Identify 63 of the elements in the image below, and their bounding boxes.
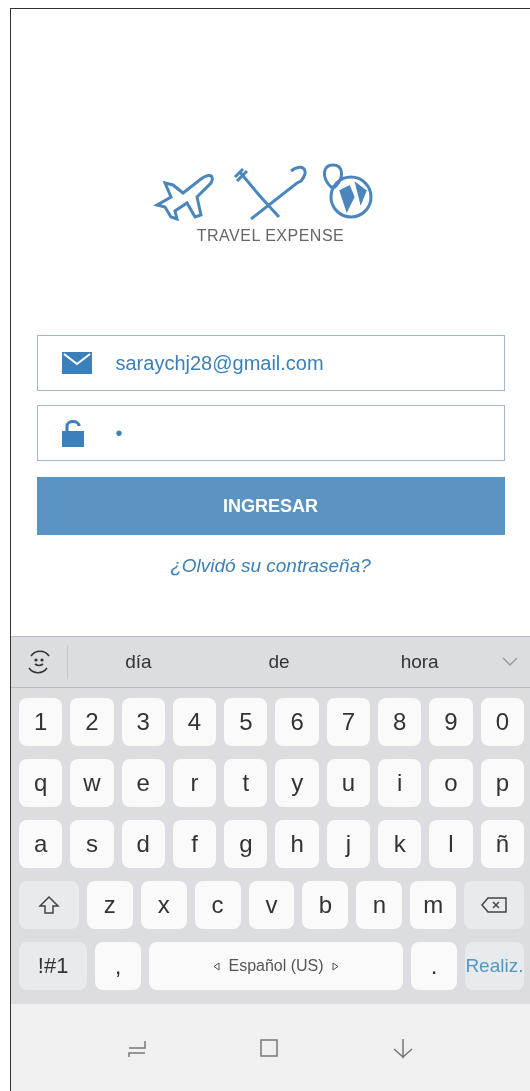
backspace-key[interactable] xyxy=(464,881,524,929)
keyboard-key[interactable]: 6 xyxy=(275,698,319,746)
keyboard-key[interactable]: m xyxy=(410,881,457,929)
envelope-icon xyxy=(61,352,92,374)
keyboard-key[interactable]: n xyxy=(356,881,403,929)
keyboard-key[interactable]: 0 xyxy=(480,698,524,746)
keyboard-key[interactable]: i xyxy=(378,759,422,807)
language-label: Español (US) xyxy=(228,957,324,975)
keyboard-key[interactable]: v xyxy=(248,881,295,929)
suggestion-word[interactable]: hora xyxy=(349,651,490,673)
left-triangle-icon xyxy=(213,961,221,971)
keyboard-key[interactable]: k xyxy=(378,820,422,868)
forgot-password-link[interactable]: ¿Olvidó su contraseña? xyxy=(170,555,371,577)
keyboard-key[interactable]: x xyxy=(140,881,187,929)
keyboard-key[interactable]: y xyxy=(275,759,319,807)
keyboard-key[interactable]: c xyxy=(194,881,241,929)
keyboard-key[interactable]: r xyxy=(172,759,217,807)
shift-icon xyxy=(37,894,60,916)
chevron-down-icon xyxy=(502,657,518,667)
backspace-icon xyxy=(480,896,509,914)
home-square-icon xyxy=(258,1036,281,1059)
password-field[interactable]: • xyxy=(36,405,505,461)
keyboard-key[interactable]: ñ xyxy=(480,820,524,868)
keyboard-key[interactable]: u xyxy=(326,759,371,807)
symbols-key[interactable]: !#1 xyxy=(19,942,88,990)
emoji-face-icon xyxy=(25,648,53,676)
email-field[interactable]: saraychj28@gmail.com xyxy=(36,335,505,391)
keyboard-key[interactable]: o xyxy=(429,759,473,807)
keyboard-key[interactable]: h xyxy=(275,820,319,868)
space-key[interactable]: Español (US) xyxy=(148,942,404,990)
keyboard-key[interactable]: 7 xyxy=(326,698,371,746)
keyboard-key[interactable]: 3 xyxy=(121,698,165,746)
keyboard-key[interactable]: b xyxy=(302,881,349,929)
keyboard-key[interactable]: 2 xyxy=(70,698,114,746)
email-value: saraychj28@gmail.com xyxy=(115,351,324,375)
back-arrow-icon xyxy=(392,1036,415,1059)
keyboard-key[interactable]: 9 xyxy=(429,698,473,746)
keyboard-key[interactable]: . xyxy=(411,942,457,990)
keyboard-key[interactable]: t xyxy=(224,759,268,807)
keyboard-key[interactable]: 4 xyxy=(172,698,217,746)
keyboard-key[interactable]: w xyxy=(70,759,114,807)
keyboard-key[interactable]: , xyxy=(95,942,141,990)
keyboard-key[interactable]: a xyxy=(19,820,63,868)
keyboard-key[interactable]: f xyxy=(172,820,217,868)
logo-title: TRAVEL EXPENSE xyxy=(196,227,345,245)
keyboard-key[interactable]: q xyxy=(19,759,63,807)
keyboard-key[interactable]: z xyxy=(86,881,133,929)
keyboard-key[interactable]: j xyxy=(326,820,371,868)
padlock-icon xyxy=(61,419,84,447)
keyboard-key[interactable]: g xyxy=(224,820,268,868)
keyboard-key[interactable]: 5 xyxy=(224,698,268,746)
shift-key[interactable] xyxy=(19,881,79,929)
keyboard-key[interactable]: 1 xyxy=(19,698,63,746)
keyboard-key[interactable]: 8 xyxy=(378,698,422,746)
keyboard-key[interactable]: d xyxy=(121,820,165,868)
password-value: • xyxy=(115,421,123,445)
suggestion-word[interactable]: de xyxy=(208,651,350,673)
keyboard-key[interactable]: l xyxy=(429,820,473,868)
right-triangle-icon xyxy=(331,961,339,971)
keyboard-key[interactable]: s xyxy=(70,820,114,868)
keyboard-key[interactable]: e xyxy=(121,759,165,807)
suggestion-word[interactable]: día xyxy=(68,651,209,673)
keyboard-key[interactable]: p xyxy=(480,759,524,807)
